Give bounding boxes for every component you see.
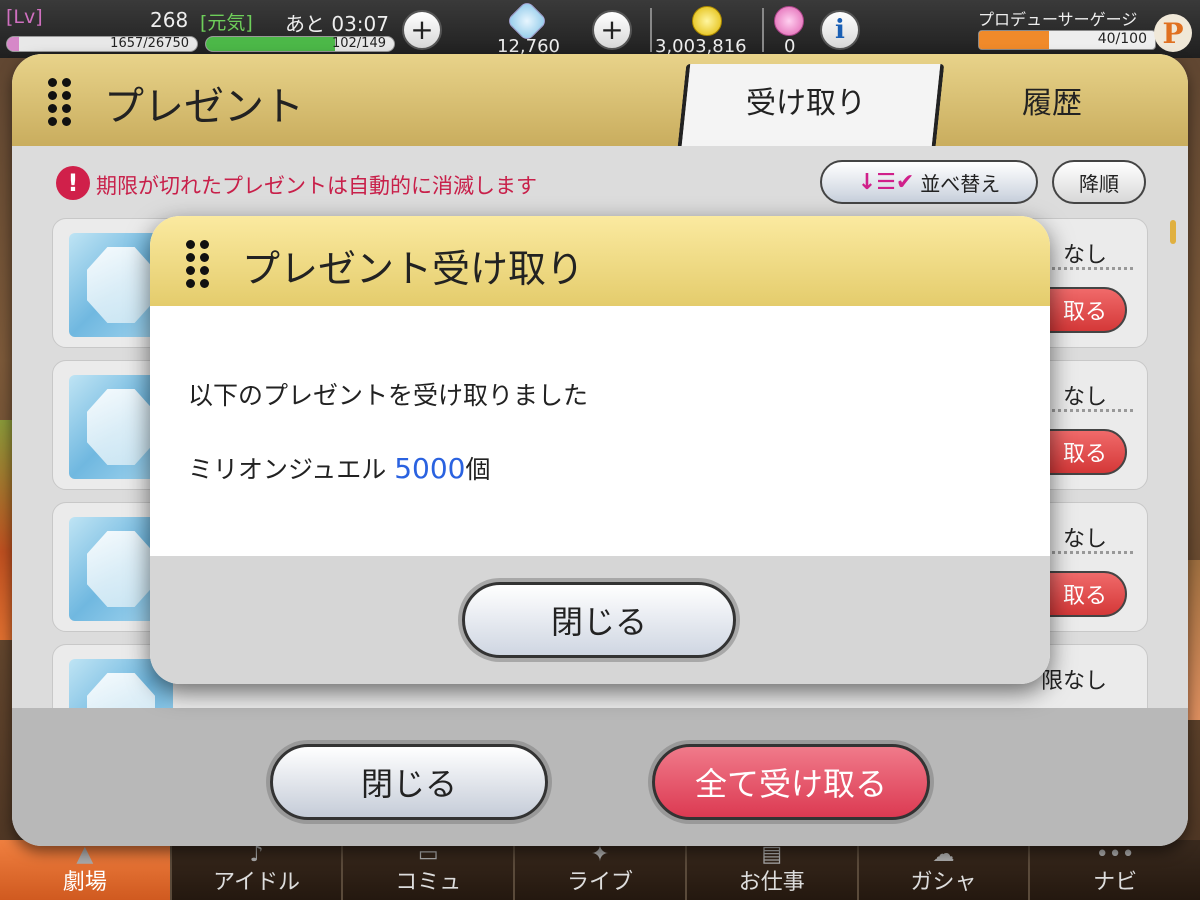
grip-icon — [186, 240, 210, 288]
received-item: ミリオンジュエル 5000個 — [188, 450, 491, 486]
dialog-close-button[interactable]: 閉じる — [462, 582, 736, 658]
receive-dialog: プレゼント受け取り 以下のプレゼントを受け取りました ミリオンジュエル 5000… — [150, 216, 1050, 684]
received-item-unit: 個 — [465, 455, 491, 484]
dialog-title: プレゼント受け取り — [242, 247, 585, 291]
received-item-quantity: 5000 — [394, 452, 466, 485]
dialog-message: 以下のプレゼントを受け取りました — [188, 381, 589, 410]
received-item-name: ミリオンジュエル — [188, 455, 387, 484]
